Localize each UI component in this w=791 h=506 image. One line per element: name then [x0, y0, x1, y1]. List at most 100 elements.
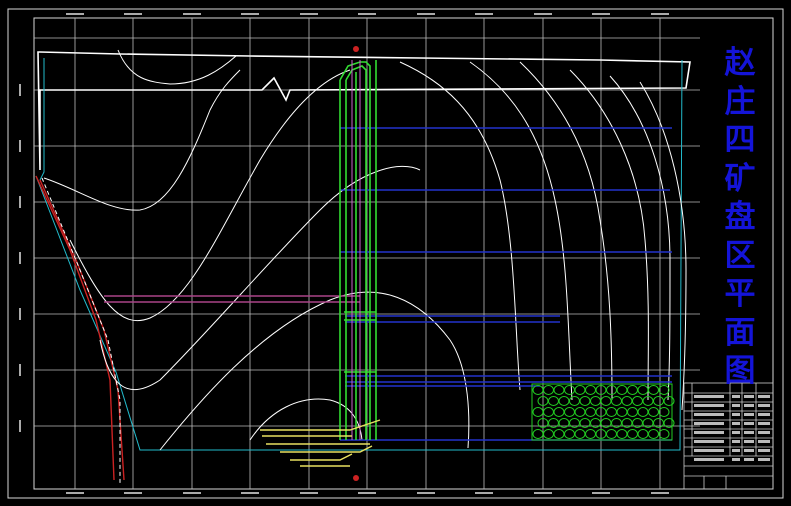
title-block-cell-mark	[694, 422, 724, 425]
title-char: 盘	[724, 199, 756, 235]
green-main-roadways	[339, 60, 377, 440]
goaf-hatch-mark	[627, 385, 638, 395]
goaf-hatch-mark	[579, 396, 591, 406]
title-char: 庄	[724, 83, 756, 120]
goaf-hatch-mark	[637, 385, 649, 395]
title-block-cell-mark	[744, 458, 754, 461]
goaf-hatch-mark	[574, 385, 586, 395]
title-block	[683, 382, 774, 490]
title-block-cell-mark	[758, 449, 770, 452]
goaf-hatch-mark	[621, 396, 633, 406]
goaf-hatch-mark	[548, 396, 559, 406]
title-block-cell-mark	[694, 395, 724, 398]
title-block-cell-mark	[744, 422, 754, 425]
goaf-area	[531, 383, 675, 441]
title-block-cell-mark	[732, 404, 740, 407]
goaf-hatch-mark	[532, 385, 544, 395]
goaf-hatch-mark	[590, 396, 601, 406]
title-block-cell-mark	[694, 440, 724, 443]
goaf-hatch-mark	[627, 429, 638, 439]
goaf-hatch-mark	[532, 429, 544, 439]
goaf-hatch-mark	[627, 407, 638, 417]
goaf-hatch-mark	[553, 407, 565, 417]
goaf-hatch-mark	[648, 385, 659, 395]
title-char: 面	[724, 314, 756, 351]
title-block-cell-mark	[758, 458, 770, 461]
goaf-hatch-mark	[532, 407, 544, 417]
goaf-hatch-mark	[616, 385, 628, 395]
title-block-cell-mark	[758, 395, 770, 398]
title-block-cell-mark	[732, 458, 740, 461]
goaf-hatch-mark	[574, 429, 586, 439]
title-block-cell-mark	[694, 458, 724, 461]
title-block-cell-mark	[758, 440, 770, 443]
goaf-hatch-mark	[637, 407, 649, 417]
title-char: 矿	[724, 160, 756, 197]
title-block-cell-mark	[758, 404, 770, 407]
title-block-cell-mark	[732, 449, 740, 452]
title-block-cell-mark	[732, 440, 740, 443]
title-char: 区	[724, 237, 756, 274]
title-block-cell-mark	[744, 413, 754, 416]
title-block-cell-mark	[744, 449, 754, 452]
goaf-hatch-mark	[569, 396, 580, 406]
north-boundary	[37, 51, 691, 171]
goaf-hatch-mark	[564, 407, 575, 417]
goaf-hatch-mark	[553, 429, 565, 439]
goaf-hatch-mark	[600, 396, 612, 406]
goaf-hatch-mark	[611, 396, 622, 406]
title-block-cell-mark	[758, 413, 770, 416]
goaf-hatch-mark	[585, 407, 596, 417]
title-block-cell-mark	[732, 422, 740, 425]
goaf-hatch-mark	[606, 429, 617, 439]
title-block-cell-mark	[744, 395, 754, 398]
goaf-hatch-mark	[543, 429, 554, 439]
title-block-cell-mark	[732, 413, 740, 416]
fault-lines	[35, 175, 125, 481]
mine-plan-drawing	[7, 8, 784, 499]
title-block-marks	[694, 395, 770, 461]
goaf-hatch-mark	[616, 407, 628, 417]
title-block-cell-mark	[694, 404, 724, 407]
outer-frame	[7, 8, 784, 499]
title-block-cell-mark	[744, 404, 754, 407]
goaf-hatch-mark	[658, 385, 670, 395]
title-char: 四	[724, 122, 756, 158]
title-block-cell-mark	[744, 440, 754, 443]
goaf-hatch-mark	[648, 407, 659, 417]
title-block-cell-mark	[732, 395, 740, 398]
magenta-roadway	[104, 295, 360, 303]
goaf-hatch-mark	[564, 429, 575, 439]
goaf-hatch-mark	[558, 396, 570, 406]
goaf-hatch-mark	[553, 385, 565, 395]
goaf-hatch-mark	[658, 407, 670, 417]
title-block-cell-mark	[732, 431, 740, 434]
goaf-hatch-mark	[606, 407, 617, 417]
goaf-hatch-mark	[543, 407, 554, 417]
goaf-hatch-mark	[658, 429, 670, 439]
title-block-cell-mark	[758, 422, 770, 425]
title-block-cell-mark	[694, 449, 724, 452]
goaf-hatch-mark	[637, 429, 649, 439]
title-block-cell-mark	[694, 431, 724, 434]
goaf-hatch-mark	[616, 429, 628, 439]
title-block-cell-mark	[744, 431, 754, 434]
contour-lines	[43, 49, 687, 451]
title-char: 图	[724, 353, 756, 389]
boundary-white-dashed	[41, 177, 121, 484]
grid-tick-marks	[19, 13, 669, 494]
goaf-hatch-mark	[574, 407, 586, 417]
yellow-roadways	[260, 419, 381, 467]
title-block-cell-mark	[694, 413, 724, 416]
goaf-hatch-mark	[543, 385, 554, 395]
goaf-hatch-mark	[653, 396, 664, 406]
title-char: 平	[724, 276, 756, 312]
goaf-hatch-mark	[648, 429, 659, 439]
title-char: 赵	[724, 45, 756, 81]
goaf-hatch-mark	[585, 429, 596, 439]
title-block-cell-mark	[758, 431, 770, 434]
goaf-hatch-mark	[564, 385, 575, 395]
blue-roadways	[340, 127, 672, 441]
goaf-hatch-mark	[585, 385, 596, 395]
goaf-hatch-mark	[632, 396, 643, 406]
